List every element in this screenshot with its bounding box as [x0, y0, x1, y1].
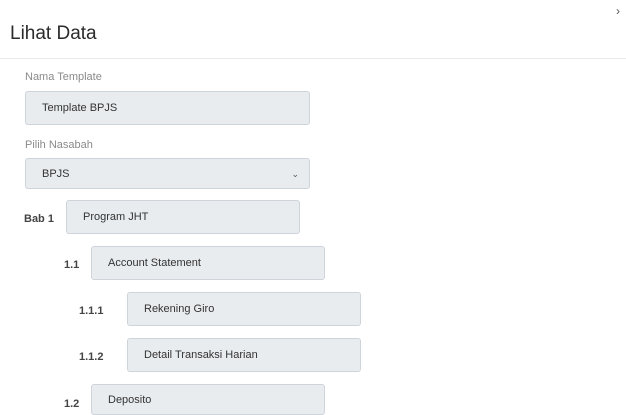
header-divider: [0, 58, 626, 59]
structure-number-1-1: 1.1: [64, 259, 80, 271]
structure-title-1-1-1[interactable]: Rekening Giro: [127, 292, 361, 326]
pilih-nasabah-select[interactable]: BPJS ⌄: [25, 158, 310, 189]
structure-title-text: Program JHT: [83, 211, 149, 223]
pilih-nasabah-label: Pilih Nasabah: [25, 139, 93, 151]
modal-title: Lihat Data: [10, 23, 97, 44]
structure-title-text: Detail Transaksi Harian: [144, 349, 258, 361]
close-icon[interactable]: ›: [612, 3, 624, 19]
nama-template-label: Nama Template: [25, 71, 102, 83]
structure-number-1-1-2: 1.1.2: [79, 351, 104, 363]
chevron-down-icon: ⌄: [291, 168, 299, 179]
structure-title-text: Deposito: [108, 393, 152, 406]
pilih-nasabah-value: BPJS: [42, 167, 70, 180]
structure-number-bab-1: Bab 1: [24, 213, 54, 225]
structure-title-text: Account Statement: [108, 257, 201, 269]
structure-number-1-2: 1.2: [64, 398, 80, 410]
structure-title-1-1-2[interactable]: Detail Transaksi Harian: [127, 338, 361, 372]
structure-title-1-1[interactable]: Account Statement: [91, 246, 325, 280]
nama-template-value: Template BPJS: [42, 102, 118, 114]
structure-title-bab-1[interactable]: Program JHT: [66, 200, 300, 234]
structure-number-1-1-1: 1.1.1: [79, 305, 104, 317]
nama-template-field[interactable]: Template BPJS: [25, 91, 310, 125]
structure-title-text: Rekening Giro: [144, 303, 215, 315]
structure-title-1-2[interactable]: Deposito: [91, 384, 325, 415]
